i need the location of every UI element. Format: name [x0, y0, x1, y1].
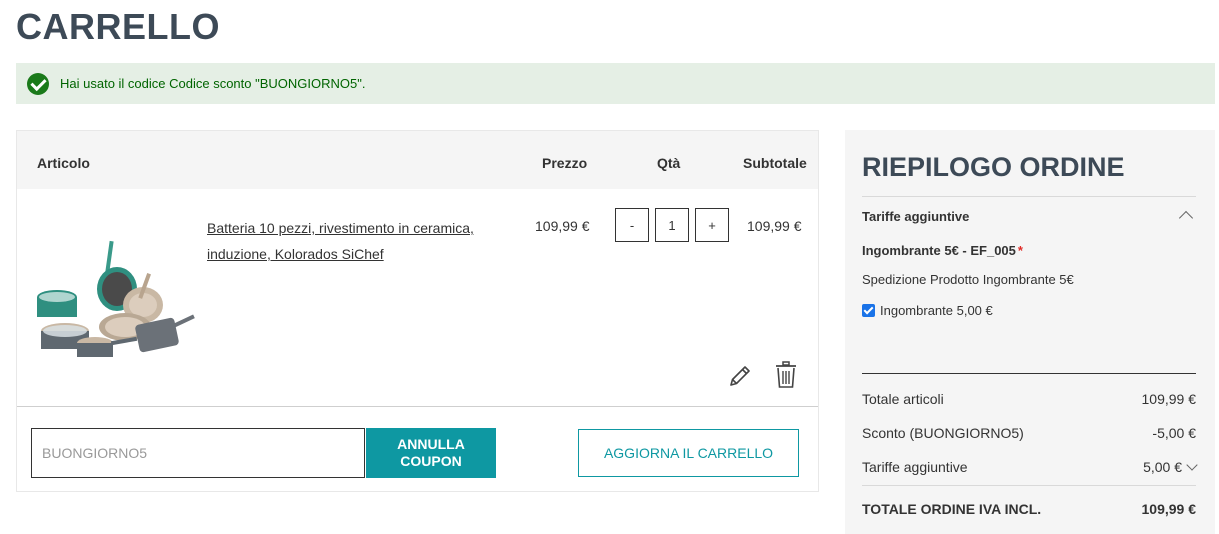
header-subtotal: Subtotale — [743, 155, 807, 171]
summary-row-value: 5,00 € — [1143, 459, 1182, 475]
summary-row-value: -5,00 € — [1152, 425, 1196, 441]
product-image[interactable] — [25, 235, 195, 365]
success-message: Hai usato il codice Codice sconto "BUONG… — [16, 63, 1215, 104]
qty-input[interactable]: 1 — [655, 208, 689, 242]
summary-total: TOTALE ORDINE IVA INCL. 109,99 € — [862, 501, 1196, 517]
update-cart-button[interactable]: AGGIORNA IL CARRELLO — [578, 429, 799, 477]
summary-row-label: Totale articoli — [862, 391, 944, 407]
cart-item: Batteria 10 pezzi, rivestimento in ceram… — [17, 189, 818, 407]
page-title: CARRELLO — [16, 6, 220, 47]
fees-toggle[interactable]: Tariffe aggiuntive — [862, 209, 969, 224]
fee-description: Spedizione Prodotto Ingombrante 5€ — [862, 272, 1074, 287]
checkmark-circle-icon — [27, 72, 49, 95]
divider — [862, 373, 1196, 374]
summary-row-value-wrap: 5,00 € — [1143, 459, 1198, 475]
coupon-input[interactable] — [31, 428, 365, 478]
header-article: Articolo — [37, 155, 90, 171]
trash-icon[interactable] — [775, 361, 797, 389]
fee-name: Ingombrante 5€ - EF_005 * — [862, 243, 1023, 258]
summary-title: RIEPILOGO ORDINE — [862, 152, 1125, 182]
divider — [862, 485, 1196, 486]
summary-row-fees[interactable]: Tariffe aggiuntive 5,00 € — [862, 459, 1198, 475]
product-name-link[interactable]: Batteria 10 pezzi, rivestimento in ceram… — [207, 215, 507, 267]
summary-row-items: Totale articoli 109,99 € — [862, 391, 1196, 407]
cancel-coupon-button[interactable]: ANNULLA COUPON — [366, 428, 496, 478]
qty-increase-button[interactable]: + — [695, 208, 729, 242]
summary-total-label: TOTALE ORDINE IVA INCL. — [862, 501, 1042, 517]
chevron-down-icon[interactable] — [1186, 459, 1198, 471]
summary-total-value: 109,99 € — [1141, 501, 1197, 517]
summary-row-value: 109,99 € — [1141, 391, 1197, 407]
divider — [862, 196, 1196, 197]
qty-decrease-button[interactable]: - — [615, 208, 649, 242]
chevron-up-icon[interactable] — [1178, 210, 1194, 226]
summary-row-discount: Sconto (BUONGIORNO5) -5,00 € — [862, 425, 1196, 441]
header-price: Prezzo — [542, 155, 588, 171]
fee-option-label: Ingombrante 5,00 € — [880, 303, 993, 318]
cart-table: Articolo Prezzo Qtà Subtotale Batteria 1… — [16, 130, 819, 492]
fee-checkbox[interactable] — [862, 304, 875, 317]
product-subtotal: 109,99 € — [747, 218, 802, 234]
order-summary: RIEPILOGO ORDINE Tariffe aggiuntive Ingo… — [845, 130, 1215, 534]
product-price: 109,99 € — [535, 218, 590, 234]
fee-name-label: Ingombrante 5€ - EF_005 — [862, 243, 1016, 258]
summary-row-label: Sconto (BUONGIORNO5) — [862, 425, 1024, 441]
fee-option[interactable]: Ingombrante 5,00 € — [862, 303, 993, 318]
success-message-text: Hai usato il codice Codice sconto "BUONG… — [60, 76, 366, 91]
pencil-icon[interactable] — [727, 363, 753, 389]
header-qty: Qtà — [657, 155, 681, 171]
quantity-stepper: - 1 + — [615, 208, 729, 242]
cart-table-header: Articolo Prezzo Qtà Subtotale — [17, 131, 818, 189]
summary-row-label: Tariffe aggiuntive — [862, 459, 968, 475]
required-mark: * — [1017, 243, 1023, 258]
